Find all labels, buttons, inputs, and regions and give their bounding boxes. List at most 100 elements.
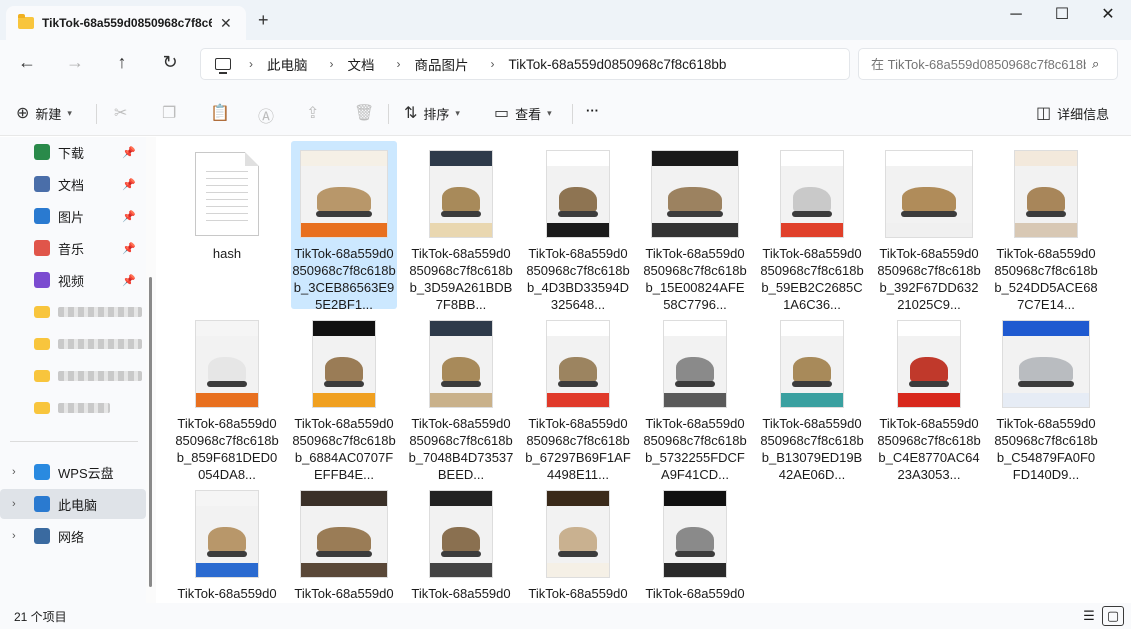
file-item-image[interactable]: TikTok-68a559d0850968c7f8c618bb_B13079ED…: [759, 311, 865, 482]
thumbnail-sole: [674, 551, 716, 558]
thumbnail-sole: [666, 211, 724, 218]
pin-icon[interactable]: 📌: [122, 210, 136, 223]
file-item-image[interactable]: TikTok-68a559d0850968c7f8c618bb_...: [291, 481, 397, 603]
file-item-image[interactable]: TikTok-68a559d0850968c7f8c618bb_5732255F…: [642, 311, 748, 482]
copy-button[interactable]: ❐: [162, 103, 182, 123]
rename-button[interactable]: Ⓐ: [258, 103, 280, 127]
navigation-pane: 下载 📌 文档 📌 图片 📌 音乐 📌 视频 📌 › WPS云盘 › 此电脑 › 网络: [0, 137, 146, 603]
refresh-button[interactable]: ↻: [155, 52, 185, 73]
sidebar-item-computer[interactable]: › 此电脑: [0, 489, 146, 519]
file-item-image[interactable]: TikTok-68a559d0850968c7f8c618bb_6884AC07…: [291, 311, 397, 482]
paste-button[interactable]: 📋: [210, 103, 236, 123]
new-button[interactable]: ⊕ 新建 ▾: [16, 103, 72, 123]
file-thumbnail: [182, 319, 272, 409]
file-item-image[interactable]: TikTok-68a559d0850968c7f8c618bb_C4E8770A…: [876, 311, 982, 482]
file-item-image[interactable]: TikTok-68a559d0850968c7f8c618bb_3CEB8656…: [291, 141, 397, 312]
tab-title: TikTok-68a559d0850968c7f8c618bb: [42, 16, 212, 30]
minimize-button[interactable]: ─: [993, 4, 1039, 32]
new-tab-button[interactable]: +: [258, 10, 269, 31]
more-options-button[interactable]: ···: [586, 103, 599, 118]
file-item-image[interactable]: TikTok-68a559d0850968c7f8c618bb_59EB2C26…: [759, 141, 865, 312]
thumbnail-sole: [791, 211, 833, 218]
folder-icon: [34, 338, 50, 350]
sort-button[interactable]: ⇅ 排序 ▾: [404, 103, 460, 123]
sidebar-item-folder[interactable]: [0, 297, 146, 327]
breadcrumb-product-images[interactable]: 商品图片: [415, 54, 469, 74]
search-input[interactable]: [871, 56, 1086, 72]
search-icon[interactable]: ⌕: [1092, 56, 1099, 72]
forward-button[interactable]: →: [60, 52, 90, 73]
file-item-image[interactable]: TikTok-68a559d0850968c7f8c618bb_C54879FA…: [993, 311, 1099, 482]
close-window-button[interactable]: ✕: [1085, 4, 1131, 32]
file-item-image[interactable]: TikTok-68a559d0850968c7f8c618bb_859F681D…: [174, 311, 280, 482]
delete-button[interactable]: 🗑: [354, 103, 380, 123]
chevron-right-icon[interactable]: ›: [12, 466, 16, 478]
share-button[interactable]: ⇪: [306, 103, 325, 123]
thumbnail-tag: [196, 563, 258, 577]
sidebar-item-documents[interactable]: 文档 📌: [0, 169, 146, 199]
file-item-document[interactable]: hash: [174, 141, 280, 309]
shoe-photo-icon: [546, 320, 610, 408]
sidebar-item-download[interactable]: 下载 📌: [0, 137, 146, 167]
file-thumbnail: [884, 319, 974, 409]
sidebar-item-folder[interactable]: [0, 393, 146, 423]
thumbnail-shoe: [441, 527, 481, 553]
sidebar-item-label: 网络: [58, 529, 85, 545]
thumbnail-sole: [557, 381, 599, 388]
view-button[interactable]: ▭ 查看 ▾: [494, 103, 552, 123]
thumbnail-shoe: [675, 357, 715, 383]
thumbnail-tag: [781, 393, 843, 407]
pin-icon[interactable]: 📌: [122, 242, 136, 255]
close-tab-icon[interactable]: ✕: [220, 15, 232, 32]
file-item-image[interactable]: TikTok-68a559d0850968c7f8c618bb_392F67DD…: [876, 141, 982, 312]
pin-icon[interactable]: 📌: [122, 146, 136, 159]
text-line: [206, 171, 248, 172]
clipboard-icon: 📋: [210, 105, 230, 122]
thumbnail-shoe: [668, 187, 722, 213]
music-icon: [34, 240, 50, 256]
breadcrumb-documents[interactable]: 文档: [348, 54, 375, 74]
maximize-button[interactable]: ☐: [1039, 4, 1085, 32]
address-bar[interactable]: › 此电脑 › 文档 › 商品图片 › TikTok-68a559d085096…: [200, 48, 850, 80]
up-button[interactable]: ↑: [107, 52, 137, 73]
chevron-right-icon[interactable]: ›: [12, 498, 16, 510]
file-item-image[interactable]: TikTok-68a559d0850968c7f8c618bb_7048B4D7…: [408, 311, 514, 482]
breadcrumb-this-pc[interactable]: 此电脑: [267, 54, 308, 74]
tiles-icon: ▢: [1106, 608, 1120, 623]
cut-button[interactable]: ✂: [114, 103, 133, 123]
text-line: [206, 185, 248, 186]
file-item-image[interactable]: TikTok-68a559d0850968c7f8c618bb_...: [642, 481, 748, 603]
scrollbar-thumb[interactable]: [149, 277, 152, 587]
file-item-image[interactable]: TikTok-68a559d0850968c7f8c618bb_15E00824…: [642, 141, 748, 312]
breadcrumb-current-folder[interactable]: TikTok-68a559d0850968c7f8c618bb: [509, 57, 727, 72]
file-item-image[interactable]: TikTok-68a559d0850968c7f8c618bb_67297B69…: [525, 311, 631, 482]
file-item-image[interactable]: TikTok-68a559d0850968c7f8c618bb_3D59A261…: [408, 141, 514, 312]
file-thumbnail: [533, 149, 623, 239]
sidebar-item-cloud[interactable]: › WPS云盘: [0, 457, 146, 487]
details-pane-button[interactable]: ◫ 详细信息: [1036, 103, 1109, 123]
sidebar-item-folder[interactable]: [0, 329, 146, 359]
pin-icon[interactable]: 📌: [122, 274, 136, 287]
sidebar-item-music[interactable]: 音乐 📌: [0, 233, 146, 263]
sidebar-scrollbar[interactable]: [146, 137, 156, 603]
file-item-image[interactable]: TikTok-68a559d0850968c7f8c618bb_4D3BD335…: [525, 141, 631, 312]
file-item-image[interactable]: TikTok-68a559d0850968c7f8c618bb_524DD5AC…: [993, 141, 1099, 312]
file-item-image[interactable]: TikTok-68a559d0850968c7f8c618bb_...: [408, 481, 514, 603]
sidebar-item-network[interactable]: › 网络: [0, 521, 146, 551]
file-item-image[interactable]: TikTok-68a559d0850968c7f8c618bb_...: [525, 481, 631, 603]
back-button[interactable]: ←: [12, 52, 42, 73]
details-view-button[interactable]: ☰: [1078, 606, 1100, 626]
network-icon: [34, 528, 50, 544]
tab-current-folder[interactable]: TikTok-68a559d0850968c7f8c618bb ✕: [6, 6, 246, 40]
sidebar-item-videos[interactable]: 视频 📌: [0, 265, 146, 295]
file-item-image[interactable]: TikTok-68a559d0850968c7f8c618bb_...: [174, 481, 280, 603]
chevron-right-icon[interactable]: ›: [12, 530, 16, 542]
view-icon: ▭: [494, 105, 510, 122]
sidebar-item-folder[interactable]: [0, 361, 146, 391]
search-box[interactable]: ⌕: [858, 48, 1118, 80]
sidebar-item-pictures[interactable]: 图片 📌: [0, 201, 146, 231]
command-bar: ⊕ 新建 ▾ ✂ ❐ 📋 Ⓐ ⇪ 🗑 ⇅ 排序 ▾ ▭ 查看 ▾ ··· ◫ 详…: [0, 90, 1131, 136]
breadcrumb-separator: ›: [490, 57, 495, 71]
large-icons-view-button[interactable]: ▢: [1102, 606, 1124, 626]
pin-icon[interactable]: 📌: [122, 178, 136, 191]
